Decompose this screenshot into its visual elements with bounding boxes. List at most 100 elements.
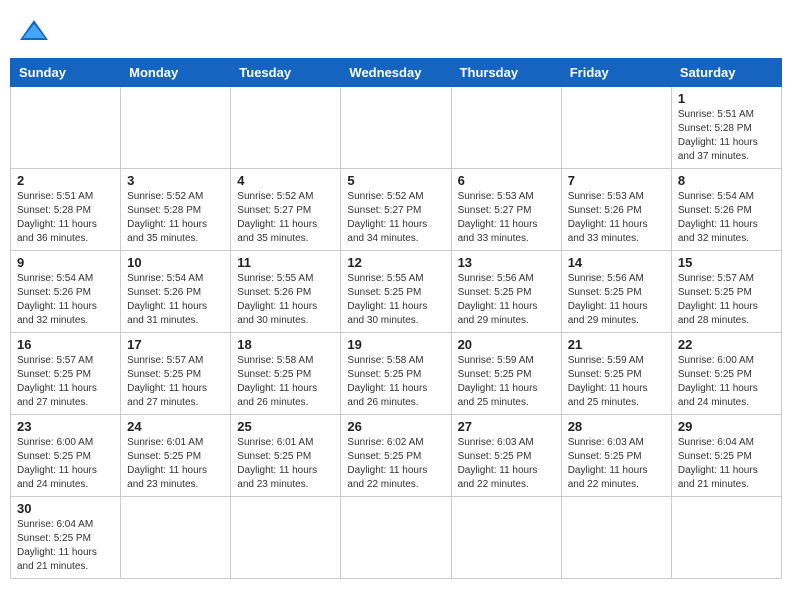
day-info: Sunrise: 5:52 AM Sunset: 5:27 PM Dayligh… bbox=[237, 190, 334, 246]
calendar-cell: 6Sunrise: 5:53 AM Sunset: 5:27 PM Daylig… bbox=[451, 169, 561, 251]
day-number: 20 bbox=[458, 337, 555, 352]
day-number: 18 bbox=[237, 337, 334, 352]
calendar-cell: 3Sunrise: 5:52 AM Sunset: 5:28 PM Daylig… bbox=[121, 169, 231, 251]
calendar-cell: 30 Sunrise: 6:04 AM Sunset: 5:25 PM Dayli… bbox=[11, 497, 121, 579]
calendar-cell: 9 Sunrise: 5:54 AM Sunset: 5:26 PM Daylig… bbox=[11, 251, 121, 333]
calendar-cell: 28 Sunrise: 6:03 AM Sunset: 5:25 PM Dayli… bbox=[561, 415, 671, 497]
calendar-cell: 17Sunrise: 5:57 AM Sunset: 5:25 PM Dayli… bbox=[121, 333, 231, 415]
week-row-5: 30 Sunrise: 6:04 AM Sunset: 5:25 PM Dayli… bbox=[11, 497, 782, 579]
day-info: Sunrise: 5:56 AM Sunset: 5:25 PM Dayligh… bbox=[458, 272, 555, 328]
day-number: 16 bbox=[17, 337, 114, 352]
day-number: 9 bbox=[17, 255, 114, 270]
day-info: Sunrise: 5:58 AM Sunset: 5:25 PM Dayligh… bbox=[347, 354, 444, 410]
day-info: Sunrise: 5:54 AM Sunset: 5:26 PM Dayligh… bbox=[678, 190, 775, 246]
calendar-cell: 25 Sunrise: 6:01 AM Sunset: 5:25 PM Dayli… bbox=[231, 415, 341, 497]
calendar-cell: 18 Sunrise: 5:58 AM Sunset: 5:25 PM Dayli… bbox=[231, 333, 341, 415]
week-row-4: 23 Sunrise: 6:00 AM Sunset: 5:25 PM Dayli… bbox=[11, 415, 782, 497]
day-number: 23 bbox=[17, 419, 114, 434]
header bbox=[10, 10, 782, 50]
calendar-cell: 21 Sunrise: 5:59 AM Sunset: 5:25 PM Dayli… bbox=[561, 333, 671, 415]
week-row-2: 9 Sunrise: 5:54 AM Sunset: 5:26 PM Daylig… bbox=[11, 251, 782, 333]
day-info: Sunrise: 6:03 AM Sunset: 5:25 PM Dayligh… bbox=[568, 436, 665, 492]
day-number: 25 bbox=[237, 419, 334, 434]
calendar-cell bbox=[121, 497, 231, 579]
day-info: Sunrise: 5:59 AM Sunset: 5:25 PM Dayligh… bbox=[458, 354, 555, 410]
day-info: Sunrise: 6:00 AM Sunset: 5:25 PM Dayligh… bbox=[17, 436, 114, 492]
weekday-header-friday: Friday bbox=[561, 59, 671, 87]
week-row-3: 16 Sunrise: 5:57 AM Sunset: 5:25 PM Dayli… bbox=[11, 333, 782, 415]
calendar-cell bbox=[451, 87, 561, 169]
day-info: Sunrise: 6:00 AM Sunset: 5:25 PM Dayligh… bbox=[678, 354, 775, 410]
weekday-header-tuesday: Tuesday bbox=[231, 59, 341, 87]
day-number: 7 bbox=[568, 173, 665, 188]
day-number: 28 bbox=[568, 419, 665, 434]
calendar-cell bbox=[341, 497, 451, 579]
day-number: 22 bbox=[678, 337, 775, 352]
calendar-cell: 14Sunrise: 5:56 AM Sunset: 5:25 PM Dayli… bbox=[561, 251, 671, 333]
calendar-cell: 1 Sunrise: 5:51 AM Sunset: 5:28 PM Daylig… bbox=[671, 87, 781, 169]
calendar-cell: 24Sunrise: 6:01 AM Sunset: 5:25 PM Dayli… bbox=[121, 415, 231, 497]
calendar-cell bbox=[231, 87, 341, 169]
calendar-cell: 4 Sunrise: 5:52 AM Sunset: 5:27 PM Daylig… bbox=[231, 169, 341, 251]
calendar-cell bbox=[341, 87, 451, 169]
calendar-table: SundayMondayTuesdayWednesdayThursdayFrid… bbox=[10, 58, 782, 579]
day-number: 8 bbox=[678, 173, 775, 188]
day-info: Sunrise: 5:54 AM Sunset: 5:26 PM Dayligh… bbox=[17, 272, 114, 328]
day-info: Sunrise: 5:58 AM Sunset: 5:25 PM Dayligh… bbox=[237, 354, 334, 410]
calendar-cell bbox=[451, 497, 561, 579]
day-info: Sunrise: 5:53 AM Sunset: 5:26 PM Dayligh… bbox=[568, 190, 665, 246]
logo bbox=[14, 18, 50, 42]
day-info: Sunrise: 5:51 AM Sunset: 5:28 PM Dayligh… bbox=[678, 108, 775, 164]
day-info: Sunrise: 6:01 AM Sunset: 5:25 PM Dayligh… bbox=[237, 436, 334, 492]
calendar-cell: 19 Sunrise: 5:58 AM Sunset: 5:25 PM Dayli… bbox=[341, 333, 451, 415]
calendar-cell: 12Sunrise: 5:55 AM Sunset: 5:25 PM Dayli… bbox=[341, 251, 451, 333]
calendar-cell: 27 Sunrise: 6:03 AM Sunset: 5:25 PM Dayli… bbox=[451, 415, 561, 497]
day-info: Sunrise: 6:01 AM Sunset: 5:25 PM Dayligh… bbox=[127, 436, 224, 492]
calendar-cell: 22 Sunrise: 6:00 AM Sunset: 5:25 PM Dayli… bbox=[671, 333, 781, 415]
calendar-cell bbox=[231, 497, 341, 579]
weekday-header-thursday: Thursday bbox=[451, 59, 561, 87]
week-row-0: 1 Sunrise: 5:51 AM Sunset: 5:28 PM Daylig… bbox=[11, 87, 782, 169]
day-info: Sunrise: 5:55 AM Sunset: 5:25 PM Dayligh… bbox=[347, 272, 444, 328]
weekday-header-sunday: Sunday bbox=[11, 59, 121, 87]
day-number: 11 bbox=[237, 255, 334, 270]
day-number: 26 bbox=[347, 419, 444, 434]
day-info: Sunrise: 5:56 AM Sunset: 5:25 PM Dayligh… bbox=[568, 272, 665, 328]
calendar-cell: 23 Sunrise: 6:00 AM Sunset: 5:25 PM Dayli… bbox=[11, 415, 121, 497]
calendar-cell: 13Sunrise: 5:56 AM Sunset: 5:25 PM Dayli… bbox=[451, 251, 561, 333]
calendar-cell: 2Sunrise: 5:51 AM Sunset: 5:28 PM Daylig… bbox=[11, 169, 121, 251]
day-info: Sunrise: 6:04 AM Sunset: 5:25 PM Dayligh… bbox=[678, 436, 775, 492]
calendar-cell: 15Sunrise: 5:57 AM Sunset: 5:25 PM Dayli… bbox=[671, 251, 781, 333]
day-number: 2 bbox=[17, 173, 114, 188]
day-info: Sunrise: 5:54 AM Sunset: 5:26 PM Dayligh… bbox=[127, 272, 224, 328]
weekday-header-saturday: Saturday bbox=[671, 59, 781, 87]
day-number: 6 bbox=[458, 173, 555, 188]
day-info: Sunrise: 5:52 AM Sunset: 5:27 PM Dayligh… bbox=[347, 190, 444, 246]
weekday-header-row: SundayMondayTuesdayWednesdayThursdayFrid… bbox=[11, 59, 782, 87]
day-number: 1 bbox=[678, 91, 775, 106]
calendar-cell bbox=[561, 497, 671, 579]
calendar-cell bbox=[671, 497, 781, 579]
day-number: 30 bbox=[17, 501, 114, 516]
day-info: Sunrise: 5:57 AM Sunset: 5:25 PM Dayligh… bbox=[17, 354, 114, 410]
calendar-cell: 7 Sunrise: 5:53 AM Sunset: 5:26 PM Daylig… bbox=[561, 169, 671, 251]
day-info: Sunrise: 6:03 AM Sunset: 5:25 PM Dayligh… bbox=[458, 436, 555, 492]
week-row-1: 2Sunrise: 5:51 AM Sunset: 5:28 PM Daylig… bbox=[11, 169, 782, 251]
calendar-cell bbox=[121, 87, 231, 169]
day-number: 21 bbox=[568, 337, 665, 352]
day-number: 29 bbox=[678, 419, 775, 434]
day-number: 5 bbox=[347, 173, 444, 188]
logo-icon bbox=[18, 18, 50, 42]
calendar-cell: 10Sunrise: 5:54 AM Sunset: 5:26 PM Dayli… bbox=[121, 251, 231, 333]
weekday-header-monday: Monday bbox=[121, 59, 231, 87]
calendar-cell bbox=[11, 87, 121, 169]
day-number: 27 bbox=[458, 419, 555, 434]
day-info: Sunrise: 6:04 AM Sunset: 5:25 PM Dayligh… bbox=[17, 518, 114, 574]
day-info: Sunrise: 5:55 AM Sunset: 5:26 PM Dayligh… bbox=[237, 272, 334, 328]
day-info: Sunrise: 5:59 AM Sunset: 5:25 PM Dayligh… bbox=[568, 354, 665, 410]
day-number: 19 bbox=[347, 337, 444, 352]
day-info: Sunrise: 5:52 AM Sunset: 5:28 PM Dayligh… bbox=[127, 190, 224, 246]
calendar-cell: 11 Sunrise: 5:55 AM Sunset: 5:26 PM Dayli… bbox=[231, 251, 341, 333]
calendar-cell: 8 Sunrise: 5:54 AM Sunset: 5:26 PM Daylig… bbox=[671, 169, 781, 251]
day-number: 4 bbox=[237, 173, 334, 188]
